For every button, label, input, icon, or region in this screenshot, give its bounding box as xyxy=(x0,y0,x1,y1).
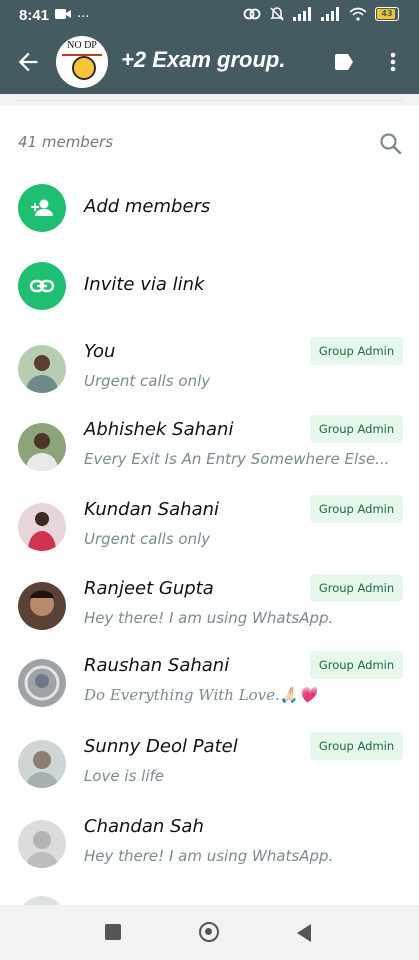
avatar xyxy=(18,423,66,471)
add-members-label: Add members xyxy=(84,196,211,217)
system-nav-bar xyxy=(0,905,419,960)
member-name: You xyxy=(84,341,116,362)
back-arrow-icon[interactable] xyxy=(14,48,42,76)
section-divider xyxy=(0,94,419,106)
signal-icon xyxy=(293,7,311,21)
link-icon xyxy=(29,279,55,293)
search-icon[interactable] xyxy=(378,131,404,157)
member-status: Every Exit Is An Entry Somewhere Else... xyxy=(84,450,390,468)
app-bar: NO DP +2 Exam group. xyxy=(0,30,419,94)
member-name: Chandan Sah xyxy=(84,816,204,837)
member-name: Abhishek Sahani xyxy=(84,419,234,440)
group-title[interactable]: +2 Exam group. xyxy=(121,47,285,73)
battery-icon: 43 xyxy=(375,7,399,21)
status-bar: 8:41 ... 43 xyxy=(0,0,419,30)
members-count: 41 members xyxy=(18,133,114,151)
signal-icon-2 xyxy=(321,7,339,21)
group-avatar[interactable]: NO DP xyxy=(56,36,108,88)
nav-back-icon[interactable] xyxy=(296,923,312,943)
group-admin-badge: Group Admin xyxy=(310,415,403,443)
member-row-ranjeet-gupta[interactable]: Ranjeet Gupta Hey there! I am using What… xyxy=(0,574,419,652)
label-tag-icon[interactable] xyxy=(332,50,356,74)
more-vert-icon[interactable] xyxy=(383,50,403,74)
invite-via-link-button[interactable]: Invite via link xyxy=(0,256,419,316)
group-avatar-text: NO DP xyxy=(67,40,97,51)
member-status: Hey there! I am using WhatsApp. xyxy=(84,609,334,627)
member-status: Urgent calls only xyxy=(84,372,211,390)
member-status: Do Everything With Love.🙏🏻💗 xyxy=(84,686,318,704)
member-row-you[interactable]: You Urgent calls only Group Admin xyxy=(0,337,419,415)
member-row-sunny-deol-patel[interactable]: Sunny Deol Patel Love is life Group Admi… xyxy=(0,732,419,810)
member-name: Kundan Sahani xyxy=(84,499,220,520)
person-add-icon xyxy=(31,199,53,216)
group-admin-badge: Group Admin xyxy=(310,574,403,602)
avatar xyxy=(18,582,66,630)
group-admin-badge: Group Admin xyxy=(310,651,403,679)
avatar-emoji-face xyxy=(72,56,96,80)
member-name: Sunny Deol Patel xyxy=(84,736,238,757)
member-name: Ranjeet Gupta xyxy=(84,578,214,599)
add-members-circle xyxy=(18,184,66,232)
avatar xyxy=(18,740,66,788)
status-left-icons: ... xyxy=(55,6,90,21)
group-admin-badge: Group Admin xyxy=(310,495,403,523)
avatar xyxy=(18,345,66,393)
group-admin-badge: Group Admin xyxy=(310,732,403,760)
avatar xyxy=(18,659,66,707)
member-row-raushan-sahani[interactable]: Raushan Sahani Do Everything With Love.🙏… xyxy=(0,651,419,729)
home-button[interactable] xyxy=(199,922,219,942)
member-row-chandan-sah[interactable]: Chandan Sah Hey there! I am using WhatsA… xyxy=(0,812,419,890)
member-row-kundan-sahani[interactable]: Kundan Sahani Urgent calls only Group Ad… xyxy=(0,495,419,573)
member-status: Hey there! I am using WhatsApp. xyxy=(84,847,334,865)
recents-button[interactable] xyxy=(105,924,121,940)
invite-link-circle xyxy=(18,262,66,310)
status-time: 8:41 xyxy=(19,7,50,24)
hotspot-link-icon xyxy=(243,8,261,20)
video-call-icon xyxy=(55,9,71,19)
status-overflow-dots: ... xyxy=(77,6,90,21)
member-name: Raushan Sahani xyxy=(84,655,230,676)
avatar xyxy=(18,503,66,551)
battery-level: 43 xyxy=(381,9,393,18)
mute-icon xyxy=(270,7,284,21)
member-row-abhishek-sahani[interactable]: Abhishek Sahani Every Exit Is An Entry S… xyxy=(0,415,419,493)
add-members-button[interactable]: Add members xyxy=(0,178,419,238)
group-admin-badge: Group Admin xyxy=(310,337,403,365)
member-status: Urgent calls only xyxy=(84,530,211,548)
avatar xyxy=(18,820,66,868)
wifi-icon xyxy=(349,7,367,21)
status-right-icons: 43 xyxy=(243,6,399,22)
member-status: Love is life xyxy=(84,767,165,785)
invite-via-link-label: Invite via link xyxy=(84,274,205,295)
